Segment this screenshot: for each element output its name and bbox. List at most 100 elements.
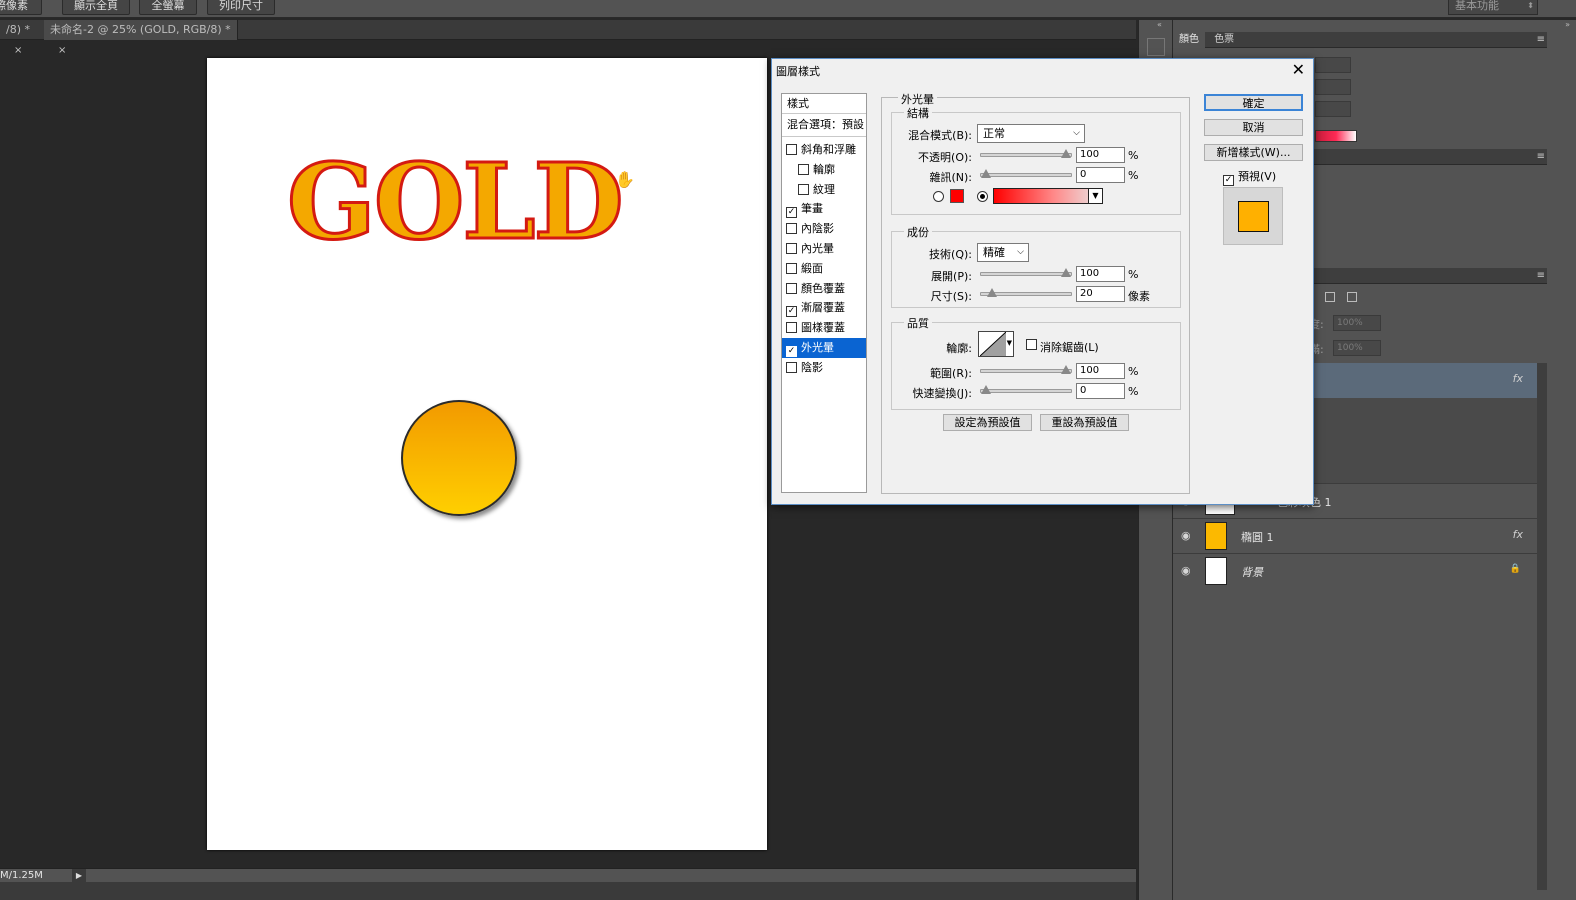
- jitter-input[interactable]: 0: [1076, 383, 1125, 399]
- style-checkbox[interactable]: [786, 243, 797, 254]
- tab-swatches[interactable]: 色票: [1208, 32, 1240, 48]
- jitter-slider-knob[interactable]: [981, 385, 991, 394]
- lock-position-icon[interactable]: [1325, 292, 1335, 302]
- style-item[interactable]: 內光暈: [782, 239, 866, 259]
- chevron-down-icon[interactable]: ▼: [1007, 339, 1012, 347]
- style-checkbox[interactable]: [786, 361, 797, 373]
- history-panel-icon[interactable]: [1147, 38, 1165, 56]
- blending-options-item[interactable]: 混合選項：預設: [782, 115, 866, 137]
- style-checkbox[interactable]: ✓: [786, 306, 797, 318]
- ok-button[interactable]: 確定: [1204, 94, 1303, 111]
- layers-scrollbar[interactable]: [1537, 363, 1547, 890]
- gradient-radio[interactable]: [977, 191, 988, 202]
- style-item[interactable]: 內陰影: [782, 219, 866, 239]
- fit-screen-button[interactable]: 顯示全頁: [62, 0, 130, 15]
- layer-fill-field[interactable]: 100%: [1333, 340, 1381, 356]
- range-slider-knob[interactable]: [1061, 365, 1071, 374]
- tab-color[interactable]: 顏色: [1173, 32, 1205, 48]
- fill-screen-button[interactable]: 全螢幕: [139, 0, 197, 15]
- layers-empty-area: [1173, 590, 1537, 890]
- fx-icon[interactable]: fx: [1513, 528, 1523, 541]
- style-checkbox[interactable]: [786, 262, 797, 274]
- close-icon[interactable]: ×: [58, 45, 66, 56]
- size-slider-knob[interactable]: [987, 288, 998, 297]
- style-checkbox[interactable]: ✓: [786, 346, 797, 357]
- preview-checkbox[interactable]: ✓: [1223, 175, 1234, 186]
- glow-gradient-picker[interactable]: ▼: [993, 188, 1103, 204]
- panel-menu-icon[interactable]: ≡: [1537, 32, 1545, 48]
- style-item[interactable]: 輪廓: [782, 160, 866, 180]
- close-icon[interactable]: ✕: [1292, 60, 1305, 80]
- spread-slider-knob[interactable]: [1061, 268, 1071, 277]
- opacity-input[interactable]: 100: [1076, 147, 1125, 163]
- expand-icon[interactable]: »: [1565, 20, 1570, 29]
- color-field-b[interactable]: [1315, 101, 1351, 117]
- tab-document-1[interactable]: /8) * ×: [0, 20, 44, 56]
- style-item[interactable]: 圖樣覆蓋: [782, 318, 866, 338]
- quality-legend: 品質: [904, 315, 932, 331]
- layer-row[interactable]: ◉ 橢圓 1 fx: [1173, 518, 1537, 553]
- noise-slider-knob[interactable]: [981, 169, 991, 178]
- style-item[interactable]: ✓ 漸層覆蓋: [782, 298, 866, 318]
- status-menu-button[interactable]: ▶: [72, 869, 86, 883]
- size-slider[interactable]: [980, 288, 1072, 297]
- close-icon[interactable]: ×: [14, 45, 22, 56]
- layer-row[interactable]: ◉ 背景 🔒: [1173, 553, 1537, 588]
- style-item[interactable]: ✓ 外光暈: [782, 338, 866, 358]
- solid-color-radio[interactable]: [933, 191, 944, 202]
- opacity-slider-knob[interactable]: [1061, 149, 1071, 158]
- styles-list-header[interactable]: 樣式: [782, 94, 866, 114]
- range-input[interactable]: 100: [1076, 363, 1125, 379]
- technique-select[interactable]: 精確 ⌵: [977, 243, 1029, 262]
- preview-checkbox-row[interactable]: ✓ 預視(V): [1223, 168, 1276, 186]
- actual-pixels-button[interactable]: 實際像素: [0, 0, 42, 15]
- size-input[interactable]: 20: [1076, 286, 1125, 302]
- chevron-down-icon[interactable]: ▼: [1088, 189, 1102, 203]
- style-item[interactable]: ✓ 筆畫: [782, 199, 866, 219]
- visibility-eye-icon[interactable]: ◉: [1181, 564, 1191, 577]
- lock-all-icon[interactable]: [1347, 292, 1357, 302]
- style-checkbox[interactable]: [786, 144, 797, 155]
- style-item[interactable]: 陰影: [782, 358, 866, 378]
- cancel-button[interactable]: 取消: [1204, 119, 1303, 136]
- hand-cursor-icon: ✋: [615, 170, 635, 189]
- jitter-slider[interactable]: [980, 385, 1072, 394]
- style-checkbox[interactable]: [798, 183, 809, 195]
- document-canvas[interactable]: GOLD ✋: [207, 58, 767, 850]
- color-field-g[interactable]: [1315, 79, 1351, 95]
- contour-picker[interactable]: ▼: [978, 331, 1014, 357]
- print-size-button[interactable]: 列印尺寸: [207, 0, 275, 15]
- noise-slider[interactable]: [980, 169, 1072, 178]
- style-item[interactable]: 緞面: [782, 259, 866, 279]
- style-item[interactable]: 顏色覆蓋: [782, 279, 866, 299]
- reset-to-default-button[interactable]: 重設為預設值: [1040, 414, 1129, 431]
- tab-document-2[interactable]: 未命名-2 @ 25% (GOLD, RGB/8) * ×: [44, 20, 238, 56]
- noise-label: 雜訊(N):: [929, 171, 972, 184]
- glow-color-swatch[interactable]: [950, 189, 964, 203]
- blend-mode-select[interactable]: 正常 ⌵: [977, 124, 1085, 143]
- style-item[interactable]: 紋理: [782, 180, 866, 200]
- workspace-select[interactable]: 基本功能 ⬍: [1448, 0, 1538, 15]
- new-style-button[interactable]: 新增樣式(W)...: [1204, 144, 1303, 161]
- range-slider[interactable]: [980, 365, 1072, 374]
- layer-opacity-field[interactable]: 100%: [1333, 315, 1381, 331]
- style-checkbox[interactable]: [798, 163, 809, 175]
- style-checkbox[interactable]: [786, 322, 797, 334]
- make-default-button[interactable]: 設定為預設值: [943, 414, 1032, 431]
- color-ramp[interactable]: [1315, 130, 1357, 142]
- noise-input[interactable]: 0: [1076, 167, 1125, 183]
- collapse-icon[interactable]: «: [1157, 20, 1162, 29]
- spread-slider[interactable]: [980, 268, 1072, 277]
- horizontal-scrollbar[interactable]: [0, 882, 1136, 900]
- style-checkbox[interactable]: [786, 223, 797, 235]
- visibility-eye-icon[interactable]: ◉: [1181, 529, 1191, 542]
- spread-input[interactable]: 100: [1076, 266, 1125, 282]
- style-item[interactable]: 斜角和浮雕: [782, 140, 866, 160]
- color-field-r[interactable]: [1315, 57, 1351, 73]
- panel-menu-icon[interactable]: ≡: [1537, 149, 1545, 165]
- anti-alias-checkbox[interactable]: [1026, 339, 1037, 350]
- opacity-slider[interactable]: [980, 149, 1072, 158]
- style-checkbox[interactable]: ✓: [786, 207, 797, 219]
- style-checkbox[interactable]: [786, 282, 797, 294]
- panel-menu-icon[interactable]: ≡: [1537, 268, 1545, 284]
